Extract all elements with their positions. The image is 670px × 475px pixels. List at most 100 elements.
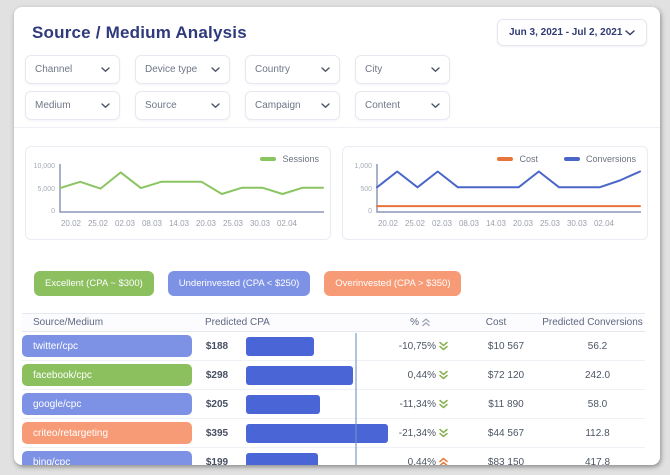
- table-header-row: Source/Medium Predicted CPA % Cost Predi…: [22, 313, 645, 332]
- legend-dash-icon: [564, 157, 580, 161]
- source-medium-cell: google/cpc: [22, 393, 192, 415]
- legend-label: Sessions: [282, 154, 319, 164]
- y-axis-tick: 0: [26, 208, 55, 215]
- cost-cell: $10 567: [462, 341, 550, 352]
- col-header-predicted-conversions: Predicted Conversions: [540, 317, 645, 328]
- chart-legend: Cost Conversions: [497, 154, 636, 164]
- sessions-chart: 10,0005,000020.0225.0202.0308.0314.0320.…: [25, 146, 331, 240]
- filter-label: Source: [145, 100, 177, 111]
- source-medium-badge: facebook/cpc: [22, 364, 192, 386]
- x-axis-tick: 14.03: [481, 219, 511, 228]
- filter-select-medium[interactable]: Medium: [25, 91, 120, 120]
- predicted-cpa-value: $395: [192, 428, 242, 439]
- sort-chevrons-icon: [422, 318, 430, 327]
- x-axis-tick: 02.04: [589, 219, 619, 228]
- table-row[interactable]: criteo/retargeting$395-21,34%$44 567112.…: [22, 419, 645, 448]
- legend-item-sessions: Sessions: [260, 154, 319, 164]
- x-axis-tick: 20.03: [191, 219, 221, 228]
- chevron-down-icon: [211, 67, 220, 73]
- y-axis-tick: 1,000: [343, 163, 372, 170]
- predicted-cpa-value: $298: [192, 370, 242, 381]
- source-medium-table: Source/Medium Predicted CPA % Cost Predi…: [22, 313, 645, 465]
- filter-select-campaign[interactable]: Campaign: [245, 91, 340, 120]
- chevron-down-icon: [101, 103, 110, 109]
- percent-change-cell: -10,75%: [362, 341, 462, 352]
- filter-label: Medium: [35, 100, 71, 111]
- table-body: twitter/cpc$188-10,75%$10 56756.2 faceboo…: [22, 332, 645, 465]
- table-row[interactable]: google/cpc$205-11,34%$11 89058.0: [22, 390, 645, 419]
- source-medium-badge: criteo/retargeting: [22, 422, 192, 444]
- legend-dash-icon: [260, 157, 276, 161]
- source-medium-cell: bing/cpc: [22, 451, 192, 465]
- x-axis-tick: 08.03: [137, 219, 167, 228]
- x-axis-tick: 14.03: [164, 219, 194, 228]
- col-header-percent[interactable]: %: [352, 317, 452, 328]
- cpa-bar-cell: [242, 424, 362, 443]
- cpa-bar: [246, 366, 353, 385]
- page-title: Source / Medium Analysis: [32, 23, 247, 43]
- trend-down-icon: [439, 341, 448, 351]
- predicted-conversions-cell: 112.8: [550, 428, 645, 439]
- x-axis-tick: 25.03: [535, 219, 565, 228]
- chevron-down-icon: [431, 67, 440, 73]
- x-axis-tick: 02.04: [272, 219, 302, 228]
- source-medium-badge: google/cpc: [22, 393, 192, 415]
- x-axis-tick: 25.03: [218, 219, 248, 228]
- y-axis-tick: 10,000: [26, 163, 55, 170]
- x-axis-tick: 20.02: [56, 219, 86, 228]
- filter-select-device-type[interactable]: Device type: [135, 55, 230, 84]
- x-axis-tick: 08.03: [454, 219, 484, 228]
- source-medium-cell: twitter/cpc: [22, 335, 192, 357]
- chevron-down-icon: [321, 67, 330, 73]
- date-range-select[interactable]: Jun 3, 2021 - Jul 2, 2021: [497, 19, 647, 46]
- cpa-legend-chip-overinvested: Overinvested (CPA > $350): [324, 271, 461, 296]
- cpa-target-reference-line: [355, 333, 357, 465]
- filter-select-channel[interactable]: Channel: [25, 55, 120, 84]
- filter-select-content[interactable]: Content: [355, 91, 450, 120]
- cpa-bar-cell: [242, 453, 362, 466]
- x-axis-tick: 20.02: [373, 219, 403, 228]
- legend-item-cost: Cost: [497, 154, 538, 164]
- chevron-down-icon: [625, 30, 635, 36]
- x-axis-tick: 25.02: [83, 219, 113, 228]
- cost-conversions-chart: 1,000 500 020.0225.0202.0308.0314.0320.032…: [342, 146, 648, 240]
- filter-select-source[interactable]: Source: [135, 91, 230, 120]
- x-axis-tick: 25.02: [400, 219, 430, 228]
- x-axis-tick: 20.03: [508, 219, 538, 228]
- date-range-value: Jun 3, 2021 - Jul 2, 2021: [509, 27, 622, 38]
- col-header-cost: Cost: [452, 317, 540, 328]
- y-axis-tick: 500: [343, 186, 372, 193]
- cost-cell: $11 890: [462, 399, 550, 410]
- filter-select-city[interactable]: City: [355, 55, 450, 84]
- y-axis-tick: 0: [343, 208, 372, 215]
- cpa-legend-chip-underinvested: Underinvested (CPA < $250): [168, 271, 311, 296]
- predicted-conversions-cell: 58.0: [550, 399, 645, 410]
- filter-bar: Channel Device type Country City Medium Sourc…: [25, 55, 450, 120]
- filter-label: City: [365, 64, 382, 75]
- charts-section: 10,0005,000020.0225.0202.0308.0314.0320.…: [25, 146, 648, 240]
- legend-item-conversions: Conversions: [564, 154, 636, 164]
- predicted-conversions-cell: 242.0: [550, 370, 645, 381]
- percent-change-cell: 0,44%: [362, 370, 462, 381]
- cpa-bar: [246, 453, 318, 466]
- x-axis-tick: 30.03: [245, 219, 275, 228]
- filter-select-country[interactable]: Country: [245, 55, 340, 84]
- x-axis-tick: 02.03: [427, 219, 457, 228]
- source-medium-cell: criteo/retargeting: [22, 422, 192, 444]
- legend-label: Conversions: [586, 154, 636, 164]
- cpa-legend: Excellent (CPA ~ $300) Underinvested (CPA…: [34, 271, 461, 296]
- cpa-legend-chip-excellent: Excellent (CPA ~ $300): [34, 271, 154, 296]
- y-axis-tick: 5,000: [26, 186, 55, 193]
- percent-change-cell: 0,44%: [362, 457, 462, 466]
- chevron-down-icon: [321, 103, 330, 109]
- filter-label: Content: [365, 100, 400, 111]
- col-header-source-medium: Source/Medium: [22, 317, 192, 328]
- table-row[interactable]: bing/cpc$1990,44%$83 150417.8: [22, 448, 645, 465]
- cost-cell: $83 150: [462, 457, 550, 466]
- card-header: Source / Medium Analysis Jun 3, 2021 - J…: [32, 19, 647, 46]
- table-row[interactable]: twitter/cpc$188-10,75%$10 56756.2: [22, 332, 645, 361]
- table-row[interactable]: facebook/cpc$2980,44%$72 120242.0: [22, 361, 645, 390]
- filter-label: Channel: [35, 64, 72, 75]
- predicted-cpa-value: $199: [192, 457, 242, 466]
- chevron-down-icon: [211, 103, 220, 109]
